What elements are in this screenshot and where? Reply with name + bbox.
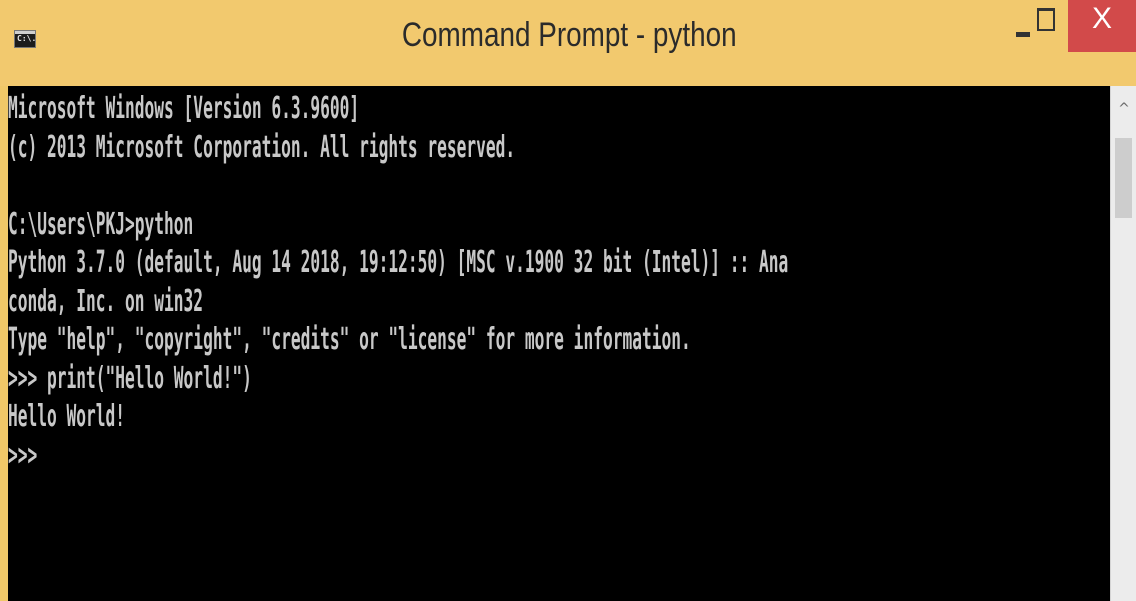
console-line: C:\Users\PKJ>python	[8, 206, 194, 242]
console-line: Microsoft Windows [Version 6.3.9600]	[8, 91, 360, 126]
cmd-icon-label: C:\.	[17, 34, 37, 43]
scroll-up-arrow-icon[interactable]: ^	[1111, 102, 1136, 116]
cmd-icon[interactable]: C:\.	[14, 30, 36, 48]
console-line: Type "help", "copyright", "credits" or "…	[8, 322, 691, 357]
scroll-thumb[interactable]	[1115, 138, 1132, 218]
console-line: conda, Inc. on win32	[8, 283, 204, 319]
console-line: Hello World!	[8, 399, 126, 434]
window-title: Command Prompt - python	[401, 16, 737, 54]
console-line: (c) 2013 Microsoft Corporation. All righ…	[8, 129, 516, 165]
close-button[interactable]: X	[1068, 0, 1136, 52]
title-bar[interactable]: C:\. Command Prompt - python X	[0, 0, 1136, 86]
console-area[interactable]: Microsoft Windows [Version 6.3.9600] (c)…	[8, 86, 1110, 601]
console-line: >>> print("Hello World!")	[8, 360, 252, 396]
console-line: Python 3.7.0 (default, Aug 14 2018, 19:1…	[8, 245, 789, 280]
maximize-button[interactable]	[1026, 0, 1066, 50]
close-icon: X	[1091, 2, 1112, 35]
command-prompt-window: C:\. Command Prompt - python X Microsoft…	[0, 0, 1136, 601]
console-output: Microsoft Windows [Version 6.3.9600] (c)…	[8, 90, 788, 475]
console-prompt: >>>	[8, 437, 38, 473]
vertical-scrollbar[interactable]: ^	[1110, 86, 1136, 601]
maximize-icon	[1037, 8, 1055, 31]
